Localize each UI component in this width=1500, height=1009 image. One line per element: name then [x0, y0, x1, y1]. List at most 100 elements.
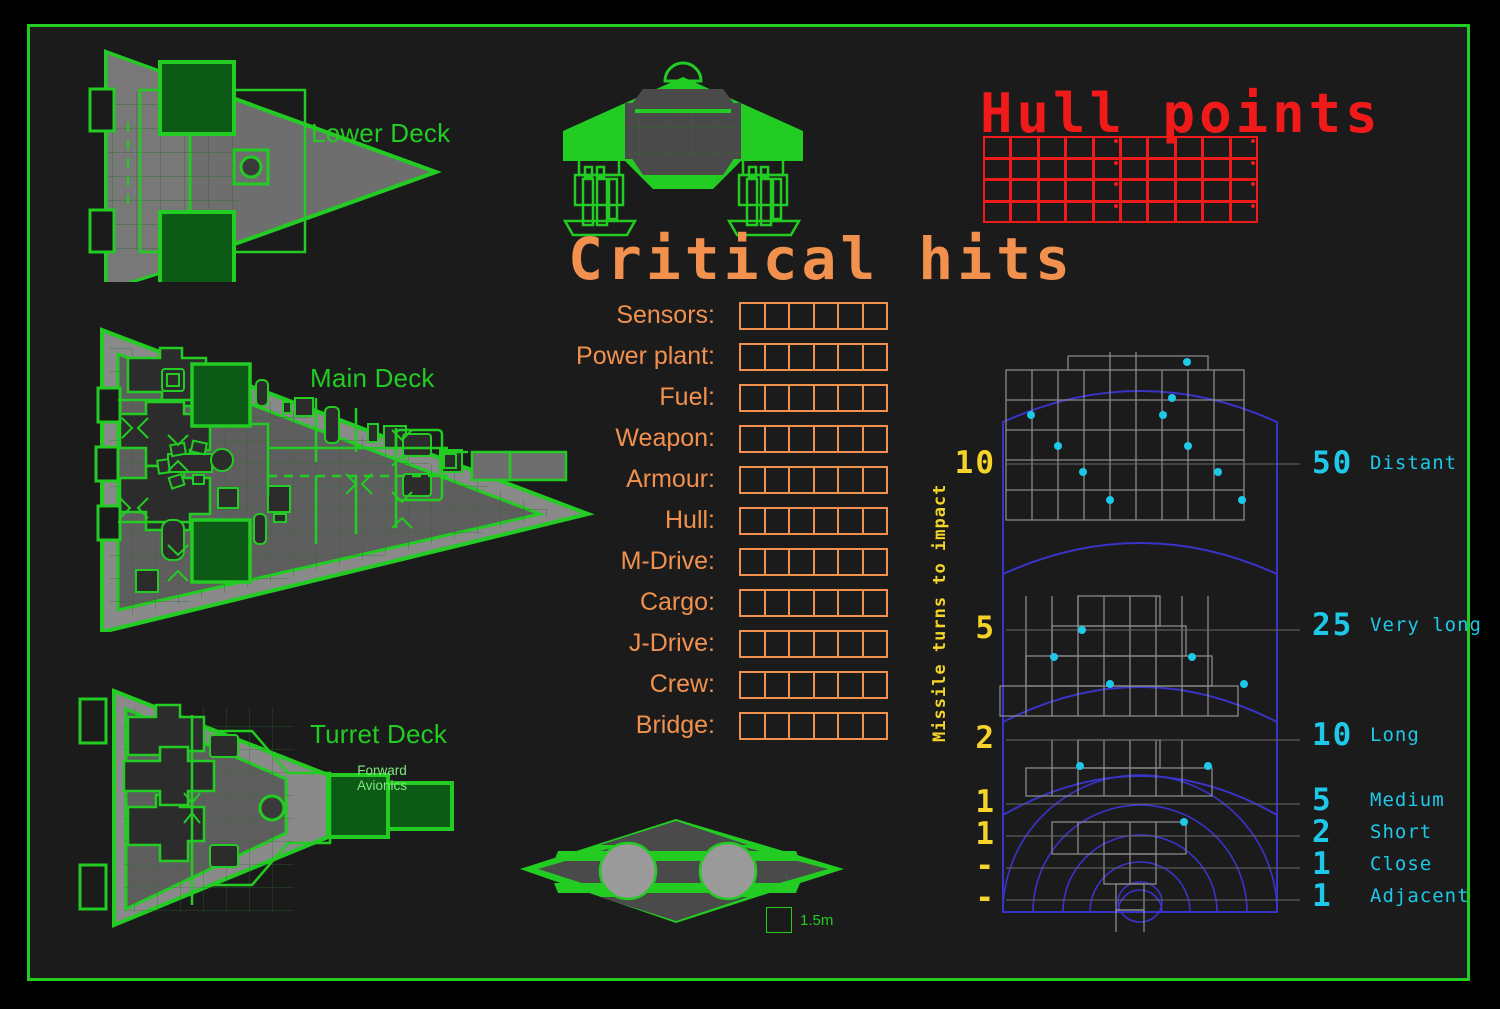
hull-point-checkbox[interactable]	[1174, 179, 1204, 202]
critical-hit-checkbox[interactable]	[812, 506, 839, 535]
critical-hit-checkbox[interactable]	[739, 670, 766, 699]
hull-point-checkbox[interactable]	[1147, 200, 1176, 223]
hull-point-checkbox[interactable]	[1065, 157, 1094, 180]
critical-hit-checkbox[interactable]	[861, 383, 888, 412]
hull-point-checkbox[interactable]	[1037, 136, 1067, 159]
hull-point-checkbox[interactable]	[1229, 179, 1258, 202]
hull-point-checkbox[interactable]	[1202, 136, 1231, 159]
critical-hit-checkbox[interactable]	[739, 465, 766, 494]
critical-hit-checkbox[interactable]	[837, 383, 864, 412]
critical-hit-checkbox[interactable]	[812, 711, 839, 740]
critical-hit-checkbox[interactable]	[788, 424, 815, 453]
critical-hit-checkbox[interactable]	[763, 465, 790, 494]
critical-hit-checkbox[interactable]	[861, 711, 888, 740]
hull-point-checkbox[interactable]	[1147, 136, 1176, 159]
critical-hit-checkbox[interactable]	[763, 588, 790, 617]
hull-point-checkbox[interactable]	[1010, 157, 1039, 180]
hull-point-checkbox[interactable]	[1092, 200, 1121, 223]
hull-point-checkbox[interactable]	[1010, 200, 1039, 223]
critical-hit-checkbox[interactable]	[837, 424, 864, 453]
hull-point-checkbox[interactable]	[1092, 136, 1121, 159]
critical-hit-checkbox[interactable]	[861, 342, 888, 371]
critical-hit-checkbox[interactable]	[739, 711, 766, 740]
critical-hit-checkbox[interactable]	[788, 670, 815, 699]
critical-hit-checkbox[interactable]	[763, 711, 790, 740]
hull-point-checkbox[interactable]	[1119, 157, 1149, 180]
critical-hit-checkbox[interactable]	[837, 465, 864, 494]
critical-hit-checkbox[interactable]	[812, 383, 839, 412]
hull-point-checkbox[interactable]	[983, 200, 1012, 223]
critical-hit-checkbox[interactable]	[788, 465, 815, 494]
critical-hit-checkbox[interactable]	[812, 588, 839, 617]
hull-point-checkbox[interactable]	[1147, 157, 1176, 180]
critical-hit-checkbox[interactable]	[788, 547, 815, 576]
hull-point-checkbox[interactable]	[1092, 157, 1121, 180]
critical-hit-checkbox[interactable]	[788, 301, 815, 330]
critical-hit-checkbox[interactable]	[861, 301, 888, 330]
critical-hit-checkbox[interactable]	[837, 588, 864, 617]
hull-point-checkbox[interactable]	[1174, 157, 1204, 180]
critical-hit-checkbox[interactable]	[837, 506, 864, 535]
critical-hit-checkbox[interactable]	[788, 342, 815, 371]
critical-hit-checkbox[interactable]	[812, 670, 839, 699]
hull-point-checkbox[interactable]	[983, 179, 1012, 202]
critical-hit-checkbox[interactable]	[739, 424, 766, 453]
hull-point-checkbox[interactable]	[1229, 157, 1258, 180]
critical-hit-checkbox[interactable]	[861, 547, 888, 576]
critical-hit-checkbox[interactable]	[763, 301, 790, 330]
hull-point-checkbox[interactable]	[1202, 179, 1231, 202]
critical-hit-checkbox[interactable]	[861, 670, 888, 699]
critical-hit-checkbox[interactable]	[739, 301, 766, 330]
hull-point-checkbox[interactable]	[1092, 179, 1121, 202]
critical-hit-checkbox[interactable]	[763, 547, 790, 576]
critical-hit-checkbox[interactable]	[812, 424, 839, 453]
critical-hit-checkbox[interactable]	[837, 342, 864, 371]
hull-point-checkbox[interactable]	[1010, 179, 1039, 202]
critical-hit-checkbox[interactable]	[812, 547, 839, 576]
critical-hit-checkbox[interactable]	[739, 629, 766, 658]
hull-point-checkbox[interactable]	[1065, 136, 1094, 159]
critical-hit-checkbox[interactable]	[788, 711, 815, 740]
hull-point-checkbox[interactable]	[983, 136, 1012, 159]
critical-hit-checkbox[interactable]	[739, 588, 766, 617]
critical-hit-checkbox[interactable]	[739, 506, 766, 535]
critical-hit-checkbox[interactable]	[861, 506, 888, 535]
hull-point-checkbox[interactable]	[1174, 136, 1204, 159]
hull-point-checkbox[interactable]	[1147, 179, 1176, 202]
hull-point-checkbox[interactable]	[1202, 200, 1231, 223]
critical-hit-checkbox[interactable]	[861, 629, 888, 658]
hull-point-checkbox[interactable]	[1229, 136, 1258, 159]
critical-hit-checkbox[interactable]	[812, 301, 839, 330]
hull-point-checkbox[interactable]	[1037, 157, 1067, 180]
critical-hit-checkbox[interactable]	[739, 383, 766, 412]
critical-hit-checkbox[interactable]	[763, 506, 790, 535]
critical-hit-checkbox[interactable]	[788, 588, 815, 617]
hull-point-checkbox[interactable]	[1037, 200, 1067, 223]
critical-hit-checkbox[interactable]	[837, 547, 864, 576]
critical-hit-checkbox[interactable]	[812, 629, 839, 658]
hull-point-checkbox[interactable]	[1202, 157, 1231, 180]
critical-hit-checkbox[interactable]	[861, 588, 888, 617]
hull-point-checkbox[interactable]	[1119, 200, 1149, 223]
critical-hit-checkbox[interactable]	[788, 383, 815, 412]
critical-hit-checkbox[interactable]	[788, 629, 815, 658]
critical-hit-checkbox[interactable]	[739, 547, 766, 576]
hull-point-checkbox[interactable]	[1119, 136, 1149, 159]
hull-point-checkbox[interactable]	[1037, 179, 1067, 202]
critical-hit-checkbox[interactable]	[812, 465, 839, 494]
critical-hit-checkbox[interactable]	[763, 342, 790, 371]
hull-point-checkbox[interactable]	[1065, 200, 1094, 223]
hull-point-checkbox[interactable]	[1174, 200, 1204, 223]
hull-point-checkbox[interactable]	[1229, 200, 1258, 223]
hull-point-checkbox[interactable]	[1119, 179, 1149, 202]
critical-hit-checkbox[interactable]	[763, 383, 790, 412]
critical-hit-checkbox[interactable]	[837, 301, 864, 330]
hull-point-checkbox[interactable]	[983, 157, 1012, 180]
hull-point-checkbox[interactable]	[1010, 136, 1039, 159]
hull-point-checkbox[interactable]	[1065, 179, 1094, 202]
critical-hit-checkbox[interactable]	[763, 424, 790, 453]
critical-hit-checkbox[interactable]	[739, 342, 766, 371]
critical-hit-checkbox[interactable]	[788, 506, 815, 535]
critical-hit-checkbox[interactable]	[763, 670, 790, 699]
critical-hit-checkbox[interactable]	[861, 465, 888, 494]
